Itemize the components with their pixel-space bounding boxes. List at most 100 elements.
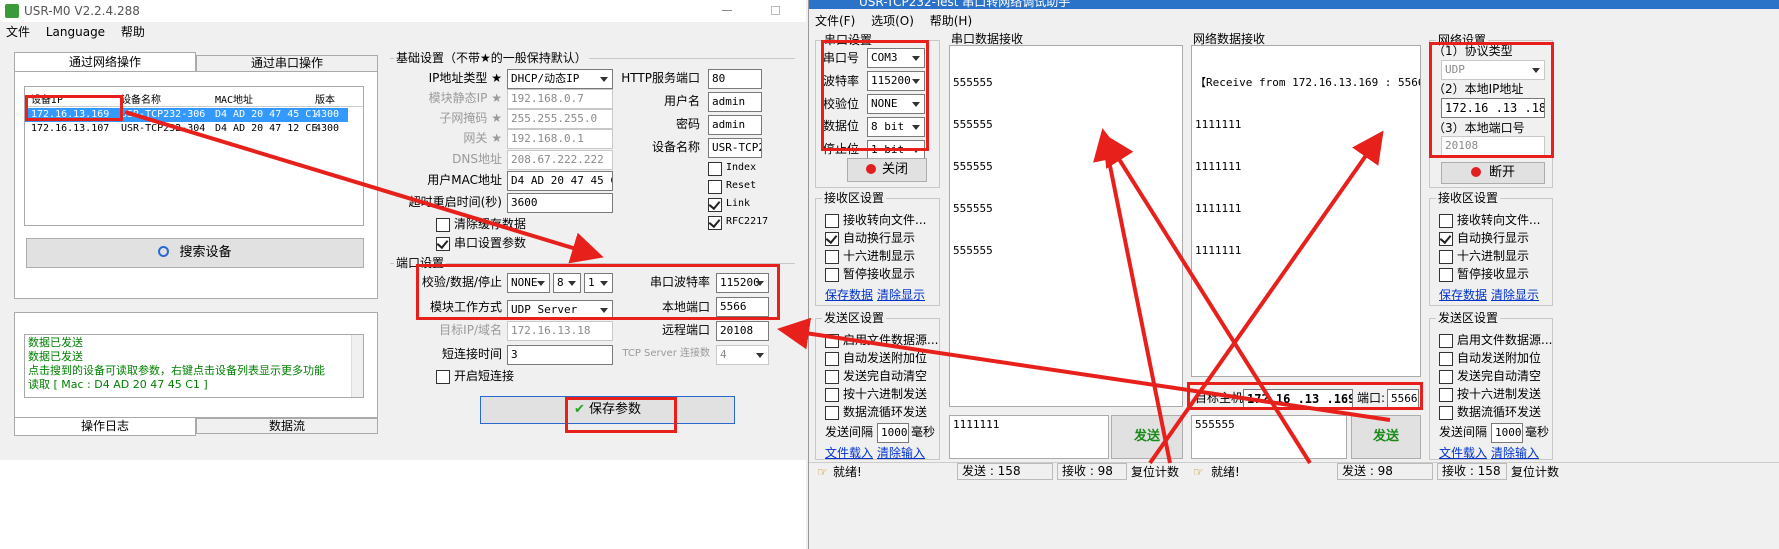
maximize-icon[interactable] [771, 6, 780, 15]
auto-append-checkbox[interactable]: 自动发送附加位 [825, 350, 927, 366]
hex-display-checkbox-right[interactable]: 十六进制显示 [1439, 248, 1529, 264]
pause-display-checkbox-right[interactable]: 暂停接收显示 [1439, 266, 1529, 282]
disconnect-button[interactable]: 断开 [1441, 162, 1545, 184]
serial-recv-area[interactable]: 555555 555555 555555 555555 555555 [949, 45, 1183, 407]
menu-options-o[interactable]: 选项(O) [871, 14, 914, 28]
recv-to-file-checkbox-right[interactable]: 接收转向文件... [1439, 212, 1540, 228]
stopbits-select[interactable]: 1 [584, 273, 613, 293]
right-scrollbar[interactable] [796, 56, 806, 386]
menu-help-h[interactable]: 帮助(H) [930, 14, 972, 28]
col-mac[interactable]: MAC地址 [215, 91, 253, 106]
static-ip-field[interactable]: 192.168.0.7 [507, 89, 613, 109]
menu-file[interactable]: 文件 [6, 25, 30, 39]
log-scrollbar[interactable] [351, 335, 363, 397]
reset-checkbox[interactable]: Reset [708, 178, 756, 194]
local-ip-field[interactable]: 172.16 .13 .18 [1441, 98, 1545, 118]
clear-input-link-right[interactable]: 清除输入 [1491, 444, 1539, 461]
parity-select-right[interactable]: NONE [867, 94, 925, 114]
operation-log[interactable]: 数据已发送 数据已发送 点击搜到的设备可读取参数，右键点击设备列表显示更多功能 … [24, 334, 364, 398]
net-send-area[interactable]: 555555 [1191, 415, 1347, 459]
http-port-field[interactable]: 80 [708, 69, 762, 89]
hex-send-checkbox-right[interactable]: 按十六进制发送 [1439, 386, 1541, 402]
load-file-link[interactable]: 文件载入 [825, 444, 873, 461]
auto-clear-checkbox-right[interactable]: 发送完自动清空 [1439, 368, 1541, 384]
target-ip-field[interactable]: 172.16.13.18 [507, 321, 613, 341]
loop-send-checkbox-right[interactable]: 数据流循环发送 [1439, 404, 1541, 420]
send-interval-field[interactable]: 1000 [877, 423, 909, 443]
remote-port-field[interactable]: 20108 [716, 321, 769, 341]
index-checkbox[interactable]: Index [708, 160, 756, 176]
reset-count-right[interactable]: 复位计数 [1511, 463, 1559, 481]
clear-display-link-right[interactable]: 清除显示 [1491, 286, 1539, 303]
link-checkbox[interactable]: Link [708, 196, 750, 212]
table-row[interactable]: 172.16.13.169 USR-TCP232-306 D4 AD 20 47… [25, 108, 348, 122]
databits-select[interactable]: 8 [553, 273, 581, 293]
tcp-server-conn-select[interactable]: 4 [716, 345, 769, 365]
dns-field[interactable]: 208.67.222.222 [507, 150, 613, 170]
tab-operation-log[interactable]: 操作日志 [14, 418, 196, 436]
serial-send-button[interactable]: 发送 [1111, 415, 1183, 459]
search-device-button[interactable]: 搜索设备 [26, 238, 364, 268]
ip-type-select[interactable]: DHCP/动态IP [507, 69, 613, 89]
enable-short-conn-checkbox[interactable]: 开启短连接 [436, 368, 514, 384]
table-row[interactable]: 172.16.13.107 USR-TCP232-304 D4 AD 20 47… [25, 122, 348, 136]
restart-timeout-field[interactable]: 3600 [507, 193, 613, 213]
pause-display-checkbox[interactable]: 暂停接收显示 [825, 266, 915, 282]
user-mac-field[interactable]: D4 AD 20 47 45 C1 [507, 171, 613, 191]
tab-data-stream[interactable]: 数据流 [196, 418, 378, 434]
close-port-button[interactable]: 关闭 [847, 158, 927, 182]
target-host-field[interactable]: 172.16 .13 .169 [1243, 389, 1353, 409]
clear-display-link[interactable]: 清除显示 [877, 286, 925, 303]
stopbits-select-right[interactable]: 1 bit [867, 140, 925, 160]
auto-clear-checkbox[interactable]: 发送完自动清空 [825, 368, 927, 384]
local-port-field-right[interactable]: 20108 [1441, 136, 1545, 156]
net-recv-area[interactable]: 【Receive from 172.16.13.169 : 5566】: 111… [1191, 45, 1421, 377]
device-name-field[interactable]: USR-TCP23 [708, 138, 762, 158]
auto-wrap-checkbox[interactable]: 自动换行显示 [825, 230, 915, 246]
parity-select[interactable]: NONE [507, 273, 550, 293]
file-source-checkbox[interactable]: 启用文件数据源... [825, 332, 938, 348]
tab-network[interactable]: 通过网络操作 [14, 52, 196, 72]
clear-cache-checkbox[interactable]: 清除缓存数据 [436, 216, 526, 232]
password-field[interactable]: admin [708, 115, 762, 135]
reset-count-left[interactable]: 复位计数 [1131, 463, 1179, 481]
databits-select-right[interactable]: 8 bit [867, 117, 925, 137]
tab-serial[interactable]: 通过串口操作 [196, 55, 378, 72]
subnet-mask-field[interactable]: 255.255.255.0 [507, 109, 613, 129]
gateway-field[interactable]: 192.168.0.1 [507, 129, 613, 149]
save-data-link[interactable]: 保存数据 [825, 286, 873, 303]
serial-params-checkbox[interactable]: 串口设置参数 [436, 235, 526, 251]
auto-append-checkbox-right[interactable]: 自动发送附加位 [1439, 350, 1541, 366]
serial-send-area[interactable]: 1111111 [949, 415, 1109, 459]
username-field[interactable]: admin [708, 92, 762, 112]
target-port-field[interactable]: 5566 [1387, 389, 1419, 409]
menu-file-f[interactable]: 文件(F) [815, 14, 855, 28]
menu-help[interactable]: 帮助 [121, 25, 145, 39]
file-source-checkbox-right[interactable]: 启用文件数据源... [1439, 332, 1552, 348]
col-version[interactable]: 版本 [315, 91, 335, 106]
send-interval-field-right[interactable]: 1000 [1491, 423, 1523, 443]
col-ip[interactable]: 设备IP [31, 91, 63, 106]
save-data-link-right[interactable]: 保存数据 [1439, 286, 1487, 303]
auto-wrap-checkbox-right[interactable]: 自动换行显示 [1439, 230, 1529, 246]
work-mode-select[interactable]: UDP Server [507, 300, 613, 320]
com-port-select[interactable]: COM3 [867, 48, 925, 68]
minimize-icon[interactable] [722, 10, 732, 11]
clear-input-link[interactable]: 清除输入 [877, 444, 925, 461]
hex-send-checkbox[interactable]: 按十六进制发送 [825, 386, 927, 402]
net-send-button[interactable]: 发送 [1351, 415, 1421, 459]
basic-settings-title: 基础设置（不带★的一般保持默认） [394, 51, 589, 65]
protocol-select[interactable]: UDP [1441, 60, 1545, 80]
baud-select[interactable]: 115200 [867, 71, 925, 91]
short-conn-field[interactable]: 3 [507, 345, 613, 365]
col-name[interactable]: 设备名称 [121, 91, 161, 106]
recv-to-file-checkbox[interactable]: 接收转向文件... [825, 212, 926, 228]
local-port-field[interactable]: 5566 [716, 297, 769, 317]
save-params-button[interactable]: ✔ 保存参数 [480, 396, 735, 424]
baud-rate-select[interactable]: 115200 [716, 273, 769, 293]
rfc2217-checkbox[interactable]: RFC2217 [708, 214, 768, 230]
hex-display-checkbox[interactable]: 十六进制显示 [825, 248, 915, 264]
menu-language[interactable]: Language [46, 25, 105, 39]
load-file-link-right[interactable]: 文件载入 [1439, 444, 1487, 461]
loop-send-checkbox[interactable]: 数据流循环发送 [825, 404, 927, 420]
